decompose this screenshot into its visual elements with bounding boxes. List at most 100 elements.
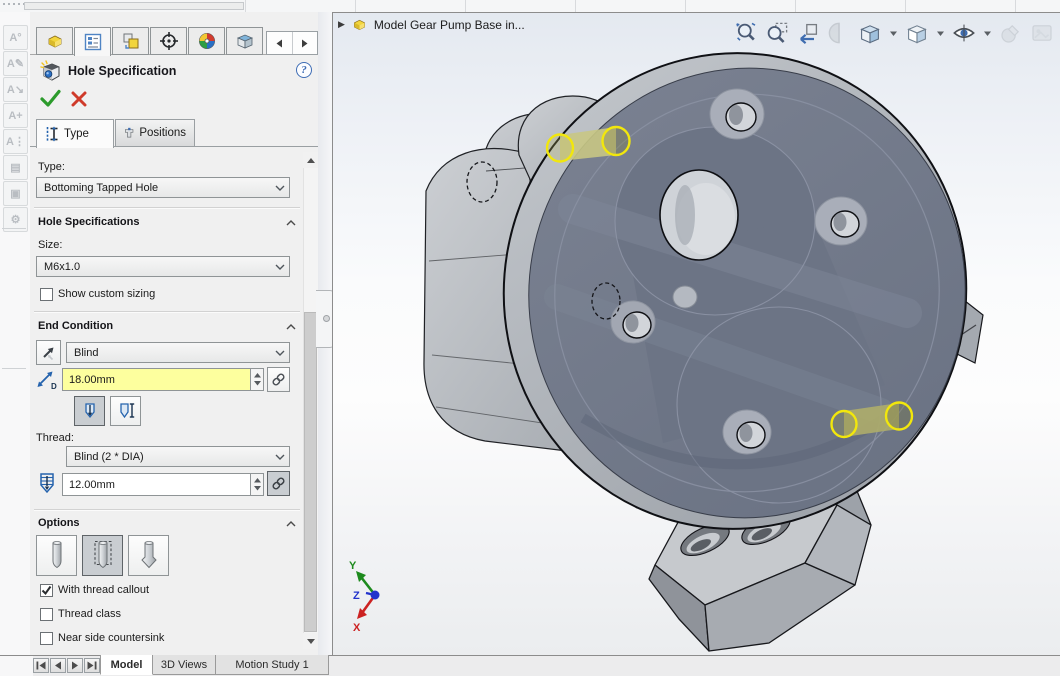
- first-tab-button[interactable]: [33, 658, 49, 673]
- show-custom-sizing-checkbox[interactable]: [40, 288, 53, 301]
- thread-type-dropdown[interactable]: Blind (2 * DIA): [66, 446, 290, 467]
- heads-up-toolbar: [734, 21, 1054, 45]
- link-thread-depth-button[interactable]: [267, 471, 290, 496]
- hole-type-dropdown[interactable]: Bottoming Tapped Hole: [36, 177, 290, 198]
- scrollbar-thumb[interactable]: [304, 312, 317, 632]
- hole-callout-style-countersink-button[interactable]: [128, 535, 169, 576]
- hole-countersink-icon: [134, 540, 164, 572]
- tab-positions[interactable]: Positions: [115, 119, 195, 147]
- end-condition-value: Blind: [67, 347, 271, 359]
- hole-dashed-icon: [88, 540, 118, 572]
- hole-callout-style-plain-button[interactable]: [36, 535, 77, 576]
- section-view-icon[interactable]: [827, 21, 851, 45]
- link-depth-button[interactable]: [267, 367, 290, 392]
- previous-tab-button[interactable]: [50, 658, 66, 673]
- tab-scroll-right-button[interactable]: [293, 32, 318, 54]
- blind-depth-field[interactable]: 18.00mm: [62, 368, 251, 391]
- scrollbar-up-button[interactable]: [303, 152, 318, 168]
- tab-3d-views-label: 3D Views: [161, 659, 207, 671]
- svg-text:D: D: [51, 382, 57, 391]
- flyout-part-name[interactable]: Model Gear Pump Base in...: [374, 18, 525, 32]
- reverse-direction-button[interactable]: [36, 340, 61, 365]
- size-dropdown[interactable]: M6x1.0: [36, 256, 290, 277]
- near-side-countersink-label: Near side countersink: [58, 632, 164, 644]
- save-image-icon[interactable]: ▤: [3, 155, 28, 180]
- chain-link-icon: [271, 476, 286, 491]
- manager-tab-scroll: [266, 31, 318, 55]
- scrollbar-down-button[interactable]: [303, 633, 318, 649]
- solidworks-window: A° A✎ A↘ A+ A⋮ ▤ ▣ ⚙: [0, 0, 1060, 676]
- configurations-icon: [121, 31, 141, 51]
- triad-z-label: Z: [353, 590, 360, 602]
- cam-tab[interactable]: [226, 27, 263, 55]
- collapse-chevron-icon[interactable]: [286, 521, 296, 527]
- direction-arrow-icon: [40, 344, 57, 361]
- thread-class-checkbox[interactable]: [40, 608, 53, 621]
- chevron-down-icon: [271, 185, 289, 191]
- hide-show-dropdown-icon[interactable]: [983, 30, 992, 37]
- tab-positions-label: Positions: [139, 127, 186, 139]
- annotation-add-icon[interactable]: A+: [3, 103, 28, 128]
- last-tab-button[interactable]: [84, 658, 100, 673]
- display-style-dropdown-icon[interactable]: [936, 30, 945, 37]
- spinner-down-icon: [254, 486, 261, 491]
- edit-appearance-icon[interactable]: [999, 21, 1023, 45]
- spinner-up-icon: [254, 373, 261, 378]
- propertymanager-tab[interactable]: [74, 27, 111, 56]
- flange[interactable]: [466, 17, 1004, 566]
- featuremanager-tab[interactable]: [36, 27, 73, 55]
- type-tab-icon: [45, 126, 59, 142]
- view-orientation-dropdown-icon[interactable]: [889, 30, 898, 37]
- zoom-to-fit-icon[interactable]: [734, 21, 758, 45]
- panel-title: Hole Specification: [68, 64, 176, 78]
- spinner-down-icon: [254, 381, 261, 386]
- end-condition-dropdown[interactable]: Blind: [66, 342, 290, 363]
- drill-depth-toggle-tip[interactable]: [110, 396, 141, 426]
- positions-tab-icon: [124, 125, 134, 141]
- view-orientation-icon[interactable]: [858, 21, 882, 45]
- size-value: M6x1.0: [37, 261, 271, 273]
- next-tab-button[interactable]: [67, 658, 83, 673]
- help-icon[interactable]: ?: [296, 62, 312, 78]
- triad-x-label: X: [353, 622, 361, 633]
- blind-depth-spinner[interactable]: [251, 368, 264, 391]
- cancel-button[interactable]: [71, 91, 87, 107]
- apply-scene-icon[interactable]: [1030, 21, 1054, 45]
- collapse-chevron-icon[interactable]: [286, 220, 296, 226]
- display-style-icon[interactable]: [905, 21, 929, 45]
- drill-depth-toggle-near[interactable]: [74, 396, 105, 426]
- configurationmanager-tab[interactable]: [112, 27, 149, 55]
- annotation-edit-icon[interactable]: A✎: [3, 51, 28, 76]
- graphics-area[interactable]: ▶ Model Gear Pump Base in...: [332, 12, 1060, 655]
- annotation-export-icon[interactable]: A↘: [3, 77, 28, 102]
- tab-3d-views[interactable]: 3D Views: [153, 655, 216, 675]
- thread-depth-spinner[interactable]: [251, 473, 264, 496]
- property-list-icon: [83, 32, 103, 52]
- annotation-options-icon[interactable]: A⋮: [3, 129, 28, 154]
- with-thread-callout-checkbox[interactable]: [40, 584, 53, 597]
- thread-depth-field[interactable]: 12.00mm: [62, 473, 251, 496]
- tab-motion-study-1[interactable]: Motion Study 1: [216, 655, 329, 675]
- chevron-down-icon: [271, 350, 289, 356]
- collapse-chevron-icon[interactable]: [286, 324, 296, 330]
- annotation-note-icon[interactable]: A°: [3, 25, 28, 50]
- flyout-expand-arrow[interactable]: ▶: [338, 19, 345, 30]
- displaymanager-tab[interactable]: [188, 27, 225, 55]
- gear-pump-base-model[interactable]: [333, 13, 1060, 654]
- chain-link-icon: [271, 372, 286, 387]
- tab-scroll-left-button[interactable]: [267, 32, 293, 54]
- tab-model[interactable]: Model: [100, 655, 153, 675]
- hole-callout-style-dashed-button[interactable]: [82, 535, 123, 576]
- triad-y-label: Y: [349, 560, 357, 572]
- tab-type[interactable]: Type: [36, 119, 114, 148]
- spinner-up-icon: [254, 478, 261, 483]
- hide-show-items-icon[interactable]: [952, 21, 976, 45]
- annotation-frame-icon[interactable]: ▣: [3, 181, 28, 206]
- zoom-to-area-icon[interactable]: [765, 21, 789, 45]
- previous-view-icon[interactable]: [796, 21, 820, 45]
- near-side-countersink-checkbox[interactable]: [40, 632, 53, 645]
- ok-button[interactable]: [40, 89, 61, 108]
- flyout-featuremanager: ▶ Model Gear Pump Base in...: [338, 16, 525, 33]
- dimxpertmanager-tab[interactable]: [150, 27, 187, 55]
- tab-model-label: Model: [111, 659, 143, 671]
